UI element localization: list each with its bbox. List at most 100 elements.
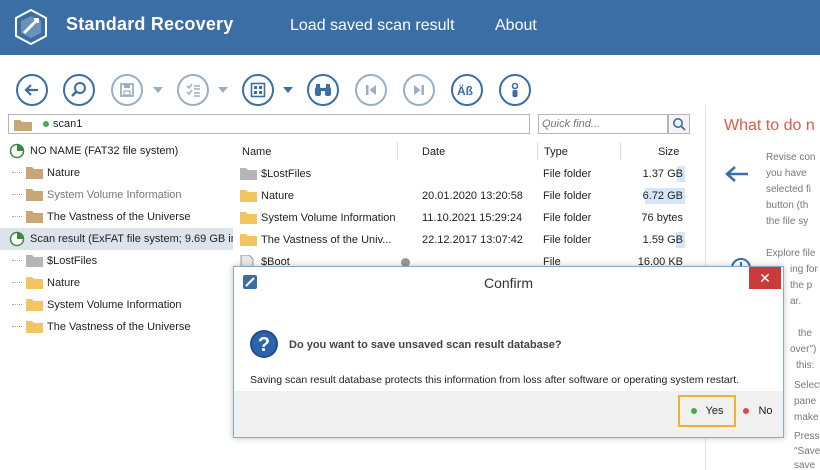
tree-item-label: Scan result (ExFAT file system; 9.69 GB …	[30, 233, 233, 245]
file-type: File folder	[543, 212, 592, 224]
view-mode-dropdown-arrow[interactable]	[283, 87, 293, 93]
tree-item-vastness-universe[interactable]: The Vastness of the Universe	[0, 206, 233, 228]
path-bar[interactable]: scan1	[8, 114, 530, 134]
dialog-title-bar[interactable]: Confirm ✕	[234, 267, 783, 297]
folder-icon	[240, 190, 257, 202]
no-dot-icon	[743, 408, 750, 414]
list-options-button[interactable]	[177, 74, 209, 106]
table-row[interactable]: System Volume Information 11.10.2021 15:…	[235, 207, 690, 229]
folder-tree: NO NAME (FAT32 file system) Nature Syste…	[0, 138, 233, 470]
help-line: save	[794, 460, 816, 470]
file-date: 22.12.2017 13:07:42	[422, 234, 523, 246]
tree-connector	[12, 260, 22, 261]
help-line: Revise con	[766, 152, 816, 163]
help-line: pane	[794, 396, 817, 407]
yes-dot-icon	[690, 408, 697, 414]
list-options-icon	[186, 83, 200, 97]
tree-item-label: System Volume Information	[47, 189, 182, 201]
dialog-question: Do you want to save unsaved scan result …	[289, 339, 562, 351]
file-size: 76 bytes	[641, 212, 683, 224]
help-line: "Save	[794, 446, 820, 457]
help-line: selected fi	[766, 184, 812, 195]
help-title: What to do n	[724, 117, 815, 134]
tree-item-nature[interactable]: Nature	[0, 162, 233, 184]
table-row[interactable]: $LostFiles File folder 1.37 GB	[235, 163, 690, 185]
tree-item-nature-scan[interactable]: Nature	[0, 272, 233, 294]
column-separator[interactable]	[620, 142, 621, 160]
quick-find-box[interactable]	[538, 114, 668, 134]
tree-item-vastness-universe-scan[interactable]: The Vastness of the Universe	[0, 316, 233, 338]
no-button[interactable]: No	[737, 399, 779, 423]
help-line: make	[794, 412, 819, 423]
help-line: Select	[794, 380, 820, 391]
search-scan-icon	[71, 82, 86, 97]
tree-item-lostfiles[interactable]: $LostFiles	[0, 250, 233, 272]
toolbar: Äß	[0, 55, 820, 115]
tree-connector	[12, 282, 22, 283]
help-line: ing for	[790, 264, 818, 275]
help-line: the file sy	[766, 216, 809, 227]
tree-connector	[12, 172, 22, 173]
tree-item-scan-result[interactable]: Scan result (ExFAT file system; 9.69 GB …	[0, 228, 233, 250]
column-separator[interactable]	[537, 142, 538, 160]
folder-icon	[26, 277, 43, 289]
previous-button[interactable]	[355, 74, 387, 106]
svg-text:?: ?	[258, 334, 270, 356]
folder-icon	[26, 299, 43, 311]
dialog-close-button[interactable]: ✕	[749, 267, 781, 289]
drive-scan-icon	[9, 143, 25, 159]
table-row[interactable]: Nature 20.01.2020 13:20:58 File folder 6…	[235, 185, 690, 207]
help-line: over")	[790, 344, 817, 355]
tree-item-no-name-fat32[interactable]: NO NAME (FAT32 file system)	[0, 140, 233, 162]
tree-connector	[12, 304, 22, 305]
folder-icon	[26, 167, 43, 179]
table-row[interactable]: The Vastness of the Univ... 22.12.2017 1…	[235, 229, 690, 251]
app-logo-icon	[12, 8, 50, 46]
info-button[interactable]	[499, 74, 531, 106]
help-line: the p	[790, 280, 813, 291]
help-line: Press	[794, 431, 820, 442]
previous-icon	[366, 85, 376, 95]
file-size: 1.59 GB	[642, 234, 683, 246]
file-name: System Volume Information	[261, 212, 396, 224]
folder-icon	[26, 211, 43, 223]
file-size: 1.37 GB	[642, 168, 683, 180]
save-dropdown-arrow[interactable]	[153, 87, 163, 93]
menu-load-saved-scan[interactable]: Load saved scan result	[290, 17, 455, 35]
dialog-info: Saving scan result database protects thi…	[250, 374, 740, 386]
file-name: Nature	[261, 190, 295, 202]
file-type: File folder	[543, 190, 592, 202]
quick-find-input[interactable]	[542, 115, 662, 133]
tree-connector	[12, 194, 22, 195]
yes-button[interactable]: Yes	[678, 395, 736, 427]
save-button[interactable]	[111, 74, 143, 106]
tree-item-system-volume-information[interactable]: System Volume Information	[0, 184, 233, 206]
tree-item-label: Nature	[47, 277, 81, 289]
next-button[interactable]	[403, 74, 435, 106]
folder-icon	[26, 255, 43, 267]
status-dot	[43, 121, 49, 127]
find-icon	[315, 84, 331, 96]
help-line: button (th	[766, 200, 809, 211]
folder-icon	[240, 234, 257, 246]
info-icon	[511, 82, 519, 97]
view-mode-button[interactable]	[242, 74, 274, 106]
search-scan-button[interactable]	[63, 74, 95, 106]
confirm-dialog: Confirm ✕ ? Do you want to save unsaved …	[233, 266, 784, 438]
file-size: 6.72 GB	[642, 190, 683, 202]
view-mode-icon	[250, 82, 266, 98]
app-header: Standard Recovery Load saved scan result…	[0, 0, 820, 55]
case-sensitive-button[interactable]: Äß	[451, 74, 483, 106]
list-options-dropdown-arrow[interactable]	[218, 87, 228, 93]
quick-find-button[interactable]	[668, 114, 690, 134]
column-separator[interactable]	[397, 142, 398, 160]
next-icon	[414, 85, 424, 95]
menu-about[interactable]: About	[495, 17, 537, 35]
tree-item-system-volume-information-scan[interactable]: System Volume Information	[0, 294, 233, 316]
back-button[interactable]	[16, 74, 48, 106]
tree-item-label: $LostFiles	[47, 255, 98, 267]
tree-connector	[12, 216, 22, 217]
file-date: 11.10.2021 15:29:24	[422, 212, 523, 224]
help-line: Explore file	[766, 248, 816, 259]
find-button[interactable]	[307, 74, 339, 106]
